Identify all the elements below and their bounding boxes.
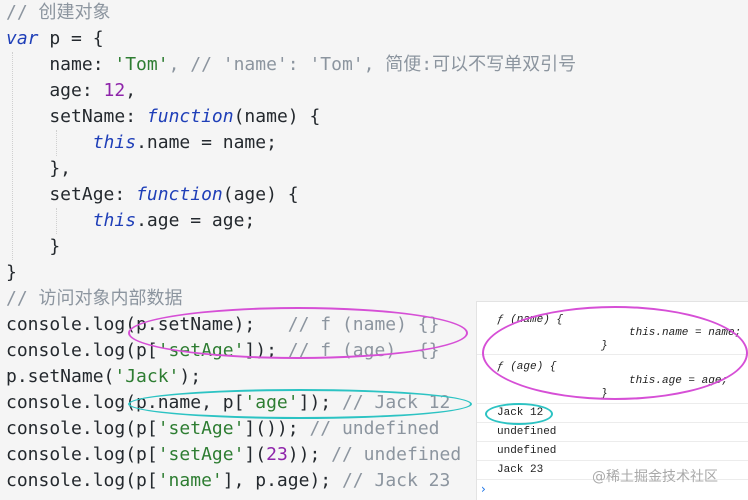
code-line-11: } bbox=[6, 260, 17, 286]
code-line-16: console.log(p.name, p['age']); // Jack 1… bbox=[6, 390, 450, 416]
console-output: undefined bbox=[497, 445, 557, 457]
keyword: function bbox=[146, 106, 234, 127]
string-literal: 'setAge' bbox=[157, 340, 245, 361]
keyword: this bbox=[92, 210, 137, 231]
string-literal: 'Tom' bbox=[114, 54, 169, 75]
code-line-7: }, bbox=[6, 156, 71, 182]
string-literal: 'name' bbox=[157, 470, 223, 491]
console-function-body: this.age = age; bbox=[629, 375, 729, 387]
code-text: }, bbox=[6, 158, 72, 179]
code-text: ); bbox=[179, 366, 202, 387]
code-line-10: } bbox=[6, 234, 60, 260]
string-literal: 'Jack' bbox=[114, 366, 180, 387]
console-output: undefined bbox=[497, 426, 557, 438]
console-function-close: } bbox=[601, 340, 608, 352]
code-text: } bbox=[6, 262, 17, 283]
string-literal: 'setAge' bbox=[157, 444, 245, 465]
code-line-9: this.age = age; bbox=[6, 208, 256, 234]
code-text: (name) { bbox=[233, 106, 321, 127]
console-entry[interactable]: ƒ (age) { this.age = age; } bbox=[477, 355, 748, 404]
code-line-18: console.log(p['setAge'](23)); // undefin… bbox=[6, 442, 461, 468]
code-line-8: setAge: function(age) { bbox=[6, 182, 299, 208]
console-function-close: } bbox=[601, 388, 608, 400]
code-text: console.log(p[ bbox=[6, 340, 158, 361]
watermark: @稀土掘金技术社区 bbox=[592, 469, 718, 485]
code-text: console.log(p.name, p[ bbox=[6, 392, 245, 413]
code-text: p = { bbox=[38, 28, 104, 49]
code-text: )); bbox=[287, 444, 332, 465]
code-line-13: console.log(p.setName); // f (name) {} bbox=[6, 312, 439, 338]
string-literal: 'setAge' bbox=[157, 418, 245, 439]
code-line-6: this.name = name; bbox=[6, 130, 277, 156]
code-text: age: bbox=[6, 80, 104, 101]
code-text: console.log(p[ bbox=[6, 418, 158, 439]
code-text: , bbox=[125, 80, 137, 101]
code-text: name: bbox=[6, 54, 115, 75]
code-line-3: name: 'Tom', // 'name': 'Tom', 简便:可以不写单双… bbox=[6, 52, 576, 78]
code-text: .age = age; bbox=[136, 210, 256, 231]
code-line-12: // 访问对象内部数据 bbox=[6, 286, 183, 312]
console-entry[interactable]: ƒ (name) { this.name = name; } bbox=[477, 302, 748, 355]
comment: // 访问对象内部数据 bbox=[6, 288, 183, 309]
code-text: ]( bbox=[244, 444, 267, 465]
code-text: setAge: bbox=[6, 184, 137, 205]
console-function-head: ƒ (name) { bbox=[497, 314, 564, 326]
console-function-head: ƒ (age) { bbox=[497, 361, 557, 373]
comment: // Jack 12 bbox=[341, 392, 451, 413]
code-text: } bbox=[6, 236, 61, 257]
code-line-2: var p = { bbox=[6, 26, 104, 52]
code-text: ]); bbox=[298, 392, 342, 413]
code-line-5: setName: function(name) { bbox=[6, 104, 320, 130]
console-entry[interactable]: Jack 12 bbox=[477, 404, 748, 423]
comment: // undefined bbox=[309, 418, 440, 439]
keyword: var bbox=[6, 28, 39, 49]
code-text: ], p.age); bbox=[222, 470, 342, 491]
code-text: ]()); bbox=[244, 418, 310, 439]
code-line-1: // 创建对象 bbox=[6, 0, 111, 26]
comment: // Jack 23 bbox=[341, 470, 451, 491]
code-line-15: p.setName('Jack'); bbox=[6, 364, 201, 390]
console-entry[interactable]: undefined bbox=[477, 423, 748, 442]
code-text: p.setName( bbox=[6, 366, 115, 387]
comment: // 创建对象 bbox=[6, 2, 111, 23]
code-line-14: console.log(p['setAge']); // f (age) {} bbox=[6, 338, 440, 364]
number-literal: 23 bbox=[266, 444, 288, 465]
keyword: function bbox=[136, 184, 223, 205]
console-prompt-icon[interactable]: › bbox=[481, 482, 486, 496]
comment: // f (age) {} bbox=[287, 340, 440, 361]
number-literal: 12 bbox=[103, 80, 126, 101]
console-entry[interactable]: undefined bbox=[477, 442, 748, 461]
comment: // f (name) {} bbox=[287, 314, 440, 335]
code-text: console.log(p[ bbox=[6, 444, 158, 465]
code-text: ]); bbox=[244, 340, 288, 361]
console-output: Jack 12 bbox=[497, 407, 544, 419]
string-literal: 'age' bbox=[244, 392, 299, 413]
code-text: .name = name; bbox=[136, 132, 277, 153]
comment: , // 'name': 'Tom', 简便:可以不写单双引号 bbox=[168, 54, 577, 75]
code-line-4: age: 12, bbox=[6, 78, 136, 104]
console-output: Jack 23 bbox=[497, 464, 544, 476]
code-text: console.log(p.setName); bbox=[6, 314, 288, 335]
keyword: this bbox=[92, 132, 137, 153]
code-text: (age) { bbox=[222, 184, 299, 205]
code-text: setName: bbox=[6, 106, 147, 127]
code-line-19: console.log(p['name'], p.age); // Jack 2… bbox=[6, 468, 450, 494]
comment: // undefined bbox=[331, 444, 462, 465]
console-function-body: this.name = name; bbox=[629, 327, 742, 339]
code-line-17: console.log(p['setAge']()); // undefined bbox=[6, 416, 440, 442]
code-text: console.log(p[ bbox=[6, 470, 158, 491]
